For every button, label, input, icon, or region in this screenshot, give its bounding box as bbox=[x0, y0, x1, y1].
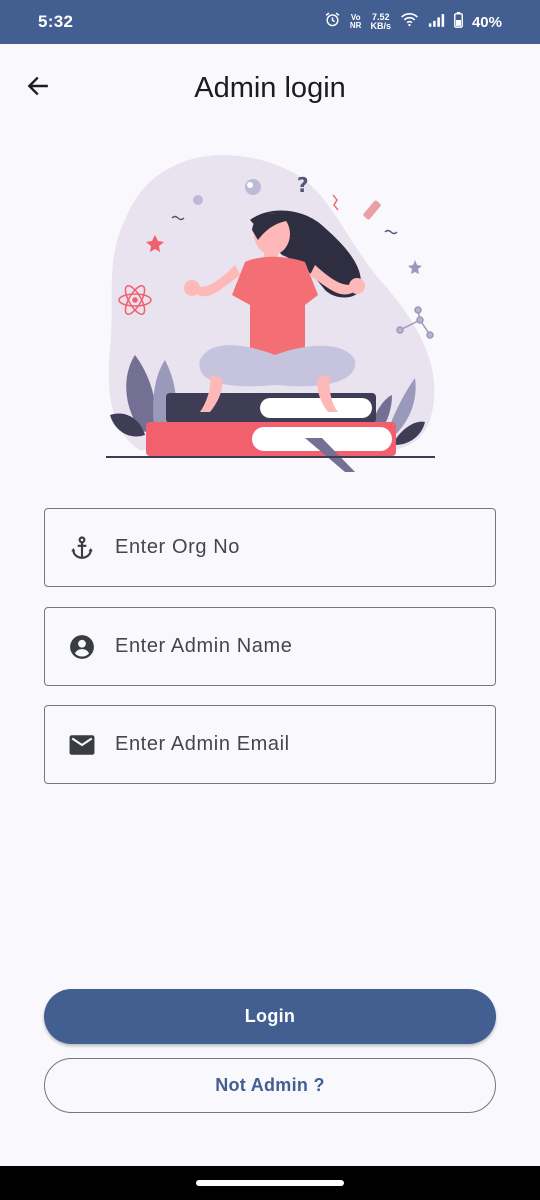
meditation-illustration: ? bbox=[100, 150, 445, 475]
account-circle-icon bbox=[69, 634, 95, 660]
admin-email-field[interactable] bbox=[44, 705, 496, 784]
org-no-field[interactable] bbox=[44, 508, 496, 587]
org-no-input[interactable] bbox=[115, 509, 495, 586]
signal-icon bbox=[428, 13, 445, 32]
status-bar: 5:32 Vo NR 7.52 KB/s 40% bbox=[0, 0, 540, 44]
status-icons: Vo NR 7.52 KB/s 40% bbox=[324, 11, 502, 33]
wifi-icon bbox=[400, 12, 419, 32]
status-time: 5:32 bbox=[38, 12, 74, 31]
admin-login-screen: 5:32 Vo NR 7.52 KB/s 40% Admin login ? E… bbox=[0, 0, 540, 1200]
mail-icon bbox=[69, 732, 95, 758]
network-speed: 7.52 KB/s bbox=[370, 12, 391, 31]
battery-icon bbox=[454, 11, 463, 33]
login-button[interactable]: Login bbox=[44, 989, 496, 1044]
anchor-icon bbox=[69, 535, 95, 561]
volte-indicator: Vo NR bbox=[349, 13, 362, 30]
alarm-icon bbox=[324, 11, 341, 33]
battery-percent: 40% bbox=[471, 13, 502, 31]
admin-name-field[interactable] bbox=[44, 607, 496, 686]
admin-email-input[interactable] bbox=[115, 706, 495, 783]
admin-name-input[interactable] bbox=[115, 608, 495, 685]
not-admin-button[interactable]: Not Admin ? bbox=[44, 1058, 496, 1113]
svg-text:?: ? bbox=[297, 173, 309, 197]
page-title: Admin login bbox=[194, 72, 346, 104]
system-nav-bar bbox=[0, 1166, 540, 1200]
app-bar: Admin login bbox=[0, 44, 540, 134]
home-indicator[interactable] bbox=[196, 1180, 344, 1186]
